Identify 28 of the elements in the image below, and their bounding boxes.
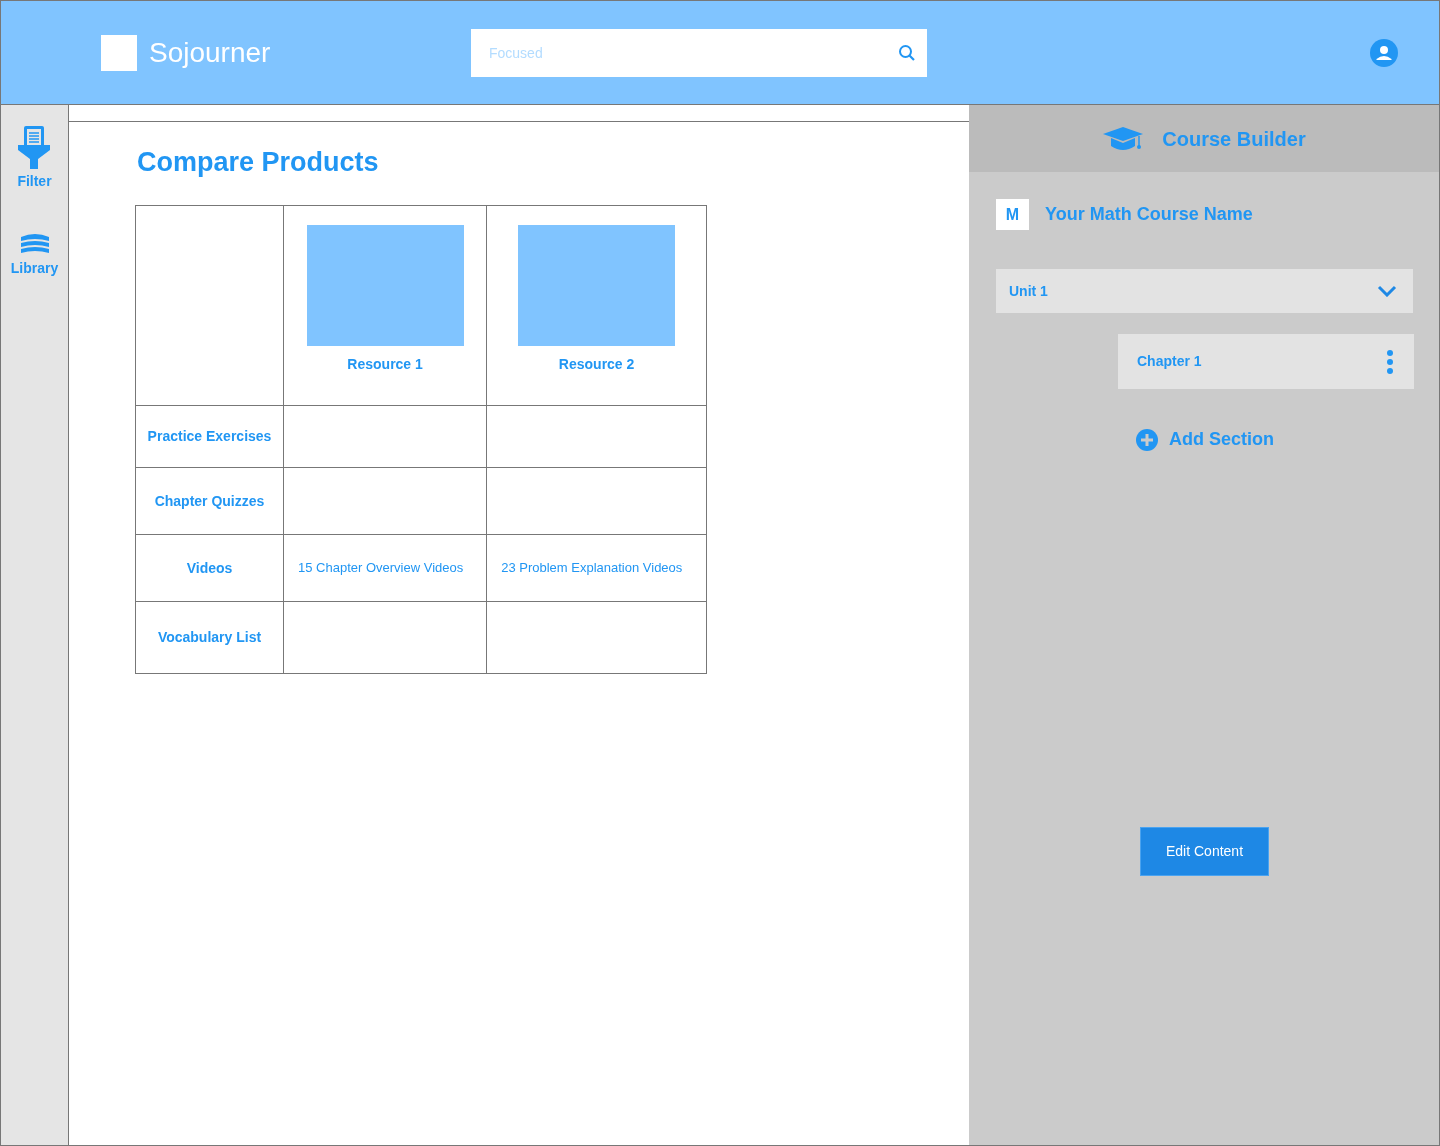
chapter-row[interactable]: Chapter 1 (1118, 334, 1414, 389)
course-initial: M (996, 199, 1029, 230)
page-title: Compare Products (137, 146, 380, 179)
row-label: Videos (186, 559, 233, 576)
table-cell-text: 15 Chapter Overview Videos (298, 560, 464, 575)
search-icon[interactable] (898, 43, 916, 62)
add-section-button[interactable]: Add Section (1136, 426, 1274, 453)
edit-content-button[interactable]: Edit Content (1140, 827, 1269, 876)
row-label: Chapter Quizzes (154, 492, 265, 509)
course-name: Your Math Course Name (1045, 203, 1253, 226)
product-name: Resource 2 (558, 354, 635, 374)
product-name: Resource 1 (347, 354, 423, 374)
more-options-icon[interactable] (1386, 349, 1394, 374)
panel-title: Course Builder (1162, 126, 1306, 152)
plus-circle-icon (1136, 428, 1158, 451)
user-avatar-icon[interactable] (1370, 38, 1398, 67)
sidebar-item[interactable]: Library (10, 230, 59, 279)
chevron-down-icon[interactable] (1377, 285, 1397, 297)
graduation-cap-icon (1102, 125, 1145, 152)
table-cell-text: 23 Problem Explanation Videos (501, 560, 683, 575)
row-label: Vocabulary List (157, 629, 262, 645)
sidebar-item[interactable]: Filter (17, 125, 52, 192)
app-title: Sojourner (149, 35, 272, 70)
row-label: Practice Exercises (147, 428, 272, 444)
search-field[interactable]: Focused (471, 28, 927, 77)
unit-row[interactable]: Unit 1 (996, 269, 1413, 313)
filter-icon (17, 125, 52, 169)
logo-mark (101, 34, 137, 71)
